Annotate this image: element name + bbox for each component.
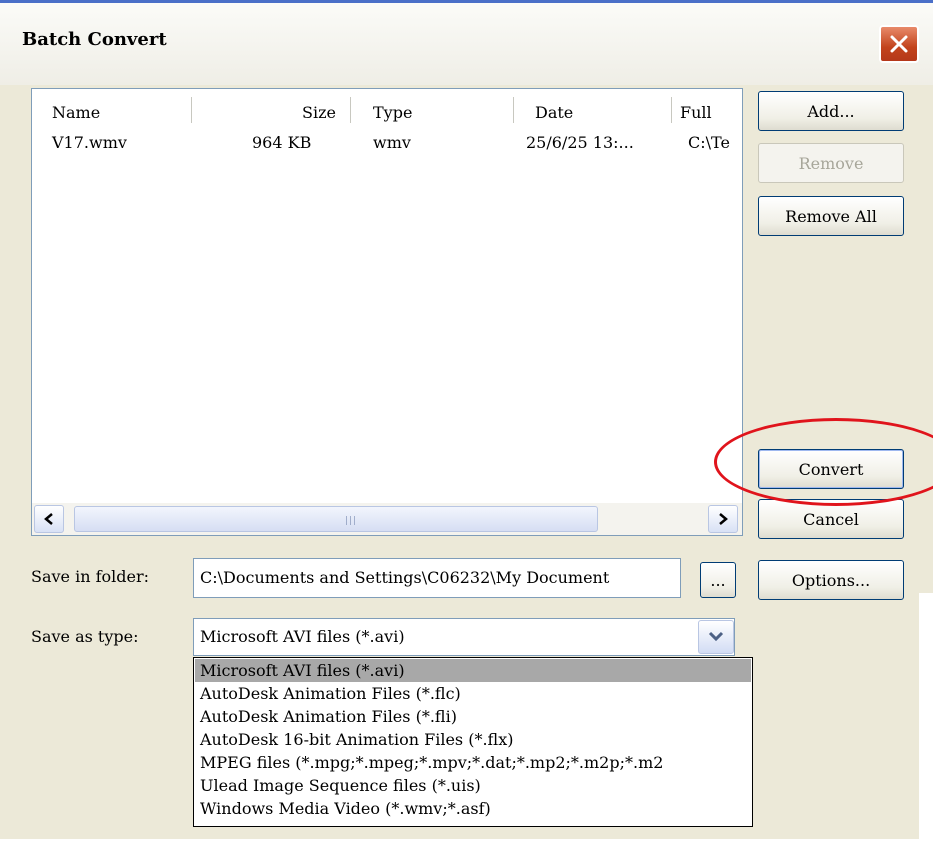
grip-icon: ||| — [345, 516, 358, 526]
row-type: wmv — [373, 133, 411, 152]
column-type[interactable]: Type — [373, 103, 412, 122]
title-bar[interactable]: Batch Convert — [0, 3, 933, 85]
column-full[interactable]: Full — [680, 103, 712, 122]
remove-button[interactable]: Remove — [758, 143, 904, 183]
scroll-thumb[interactable]: ||| — [74, 506, 598, 532]
options-button[interactable]: Options... — [758, 560, 904, 600]
row-date: 25/6/25 13:... — [526, 133, 634, 152]
scroll-right-button[interactable] — [708, 505, 738, 533]
column-date[interactable]: Date — [535, 103, 573, 122]
chevron-right-icon — [719, 513, 728, 525]
dropdown-arrow-button[interactable] — [698, 620, 734, 654]
chevron-down-icon — [708, 631, 724, 642]
convert-button-label: Convert — [798, 459, 864, 479]
browse-button-label: ... — [710, 570, 726, 590]
remove-all-button[interactable]: Remove All — [758, 196, 904, 236]
save-as-type-select[interactable]: Microsoft AVI files (*.avi) — [193, 618, 735, 656]
batch-convert-dialog: Batch Convert Name Size Type Date Full V… — [0, 0, 933, 842]
row-name: V17.wmv — [52, 133, 127, 152]
column-size[interactable]: Size — [302, 103, 336, 122]
scroll-left-button[interactable] — [34, 505, 64, 533]
dropdown-option[interactable]: MPEG files (*.mpg;*.mpeg;*.mpv;*.dat;*.m… — [195, 751, 751, 774]
background-edge — [919, 593, 933, 842]
file-list[interactable]: Name Size Type Date Full V17.wmv 964 KB … — [31, 88, 743, 536]
dropdown-option[interactable]: AutoDesk Animation Files (*.flc) — [195, 682, 751, 705]
horizontal-scrollbar[interactable]: ||| — [32, 503, 742, 535]
save-folder-input[interactable]: C:\Documents and Settings\C06232\My Docu… — [193, 558, 681, 598]
row-full: C:\Te — [688, 133, 730, 152]
row-size: 964 KB — [252, 133, 312, 152]
dropdown-option[interactable]: Microsoft AVI files (*.avi) — [195, 659, 751, 682]
file-type-dropdown-list: Microsoft AVI files (*.avi) AutoDesk Ani… — [193, 657, 753, 827]
cancel-button-label: Cancel — [803, 509, 859, 529]
remove-all-button-label: Remove All — [785, 206, 877, 226]
add-button-label: Add... — [807, 101, 855, 121]
options-button-label: Options... — [791, 570, 871, 590]
dropdown-option[interactable]: AutoDesk Animation Files (*.fli) — [195, 705, 751, 728]
dropdown-option[interactable]: AutoDesk 16-bit Animation Files (*.flx) — [195, 728, 751, 751]
window-title: Batch Convert — [22, 29, 167, 50]
chevron-left-icon — [44, 513, 53, 525]
close-icon — [890, 35, 908, 53]
column-divider[interactable] — [513, 97, 514, 123]
browse-button[interactable]: ... — [700, 562, 736, 598]
file-list-header: Name Size Type Date Full — [32, 89, 742, 125]
remove-button-label: Remove — [798, 153, 864, 173]
add-button[interactable]: Add... — [758, 91, 904, 131]
close-button[interactable] — [879, 25, 919, 63]
column-divider[interactable] — [671, 97, 672, 123]
cancel-button[interactable]: Cancel — [758, 499, 904, 539]
column-divider[interactable] — [350, 97, 351, 123]
save-in-folder-label: Save in folder: — [31, 567, 150, 586]
column-divider[interactable] — [191, 97, 192, 123]
convert-button[interactable]: Convert — [758, 449, 904, 489]
dropdown-option[interactable]: Windows Media Video (*.wmv;*.asf) — [195, 797, 751, 820]
dropdown-option[interactable]: Ulead Image Sequence files (*.uis) — [195, 774, 751, 797]
save-as-type-label: Save as type: — [31, 627, 139, 646]
column-name[interactable]: Name — [52, 103, 100, 122]
